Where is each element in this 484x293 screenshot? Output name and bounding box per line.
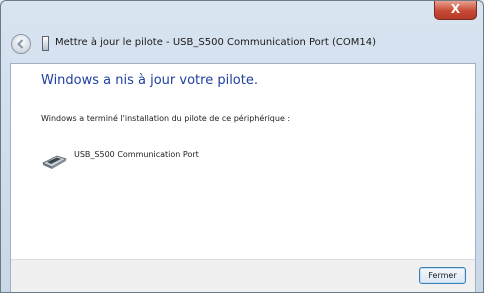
serial-port-icon <box>42 155 67 169</box>
close-button[interactable]: Fermer <box>419 267 466 284</box>
back-arrow-icon <box>17 39 24 49</box>
content-area: Windows a nis à jour votre pilote. Windo… <box>10 63 476 292</box>
close-icon: X <box>450 2 461 16</box>
device-icon <box>42 36 49 51</box>
status-heading: Windows a nis à jour votre pilote. <box>41 73 258 88</box>
dialog-window: X Mettre à jour le pilote - USB_S500 Com… <box>0 0 484 293</box>
window-title: Mettre à jour le pilote - USB_S500 Commu… <box>55 37 376 48</box>
device-name: USB_S500 Communication Port <box>74 150 199 159</box>
title-bar: X Mettre à jour le pilote - USB_S500 Com… <box>1 1 483 63</box>
status-message: Windows a terminé l'installation du pilo… <box>41 114 291 123</box>
footer-bar: Fermer <box>11 259 475 292</box>
back-button[interactable] <box>11 34 31 54</box>
window-close-button[interactable]: X <box>434 1 477 20</box>
